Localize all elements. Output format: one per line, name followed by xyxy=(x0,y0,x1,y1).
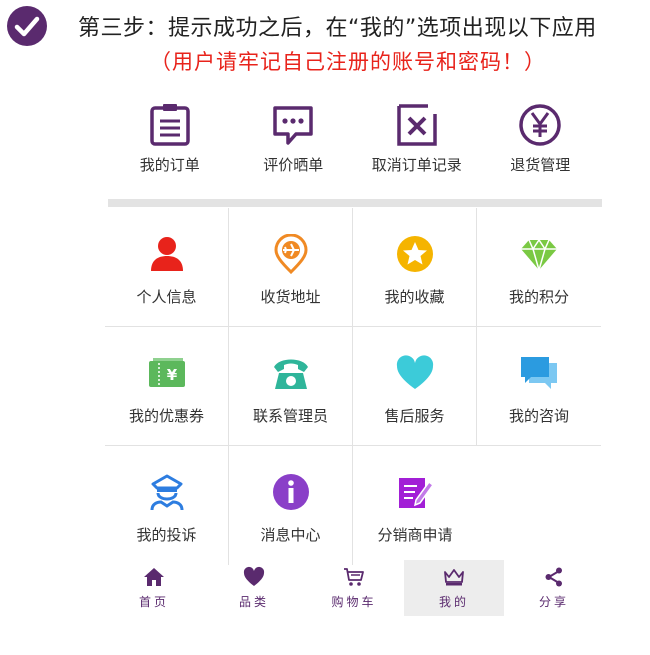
after-sales-label: 售后服务 xyxy=(384,407,445,425)
tab-my-label: 我的 xyxy=(438,595,469,609)
cart-icon xyxy=(344,568,364,586)
telephone-icon xyxy=(273,359,308,389)
instruction-header: 第三步：提示成功之后，在“我的”选项出现以下应用 （用户请牢记自己注册的账号和密… xyxy=(0,0,650,80)
cancelled-orders-label: 取消订单记录 xyxy=(371,156,462,174)
edit-form-icon xyxy=(399,478,435,508)
star-circle-icon xyxy=(396,236,433,272)
tab-cart[interactable]: 购物车 xyxy=(304,560,404,616)
my-favorites-item[interactable]: 我的收藏 xyxy=(353,208,477,327)
tab-home[interactable]: 首页 xyxy=(104,560,204,616)
distributor-application-item[interactable]: 分销商申请 xyxy=(353,446,477,565)
my-complaints-item[interactable]: 我的投诉 xyxy=(105,446,229,565)
message-center-item[interactable]: 消息中心 xyxy=(229,446,353,565)
bottom-tab-bar: 首页 品类 购物车 我的 分享 xyxy=(104,560,604,616)
my-orders-label: 我的订单 xyxy=(139,156,200,174)
user-icon xyxy=(150,237,183,271)
clipboard-list-icon xyxy=(150,104,190,146)
police-officer-icon xyxy=(150,474,183,511)
cancel-box-icon xyxy=(397,104,437,146)
my-coupons-item[interactable]: ¥ 我的优惠券 xyxy=(105,327,229,446)
message-center-label: 消息中心 xyxy=(260,526,321,544)
section-divider xyxy=(108,199,602,207)
tab-home-label: 首页 xyxy=(138,595,169,609)
order-menu: 我的订单 评价晒单 取消订单记录 退货管理 xyxy=(108,96,602,196)
personal-info-item[interactable]: 个人信息 xyxy=(105,208,229,327)
tab-cart-label: 购物车 xyxy=(331,595,377,609)
personal-info-label: 个人信息 xyxy=(136,288,197,306)
contact-admin-label: 联系管理员 xyxy=(252,407,328,425)
distributor-application-label: 分销商申请 xyxy=(377,526,453,544)
shipping-address-item[interactable]: 收货地址 xyxy=(229,208,353,327)
my-complaints-label: 我的投诉 xyxy=(136,526,197,544)
step-instruction: 第三步：提示成功之后，在“我的”选项出现以下应用 xyxy=(78,16,597,41)
coupon-icon: ¥ xyxy=(148,358,185,387)
contact-admin-item[interactable]: 联系管理员 xyxy=(229,327,353,446)
share-icon xyxy=(545,567,562,587)
my-orders-item[interactable]: 我的订单 xyxy=(108,96,232,196)
svg-text:¥: ¥ xyxy=(166,366,177,384)
after-sales-item[interactable]: 售后服务 xyxy=(353,327,477,446)
heart-icon xyxy=(396,355,433,389)
home-icon xyxy=(144,568,164,586)
tab-my[interactable]: 我的 xyxy=(404,560,504,616)
my-points-label: 我的积分 xyxy=(508,288,569,306)
service-grid: 个人信息 收货地址 我的收藏 我的积分 ¥ 我的优惠券 联系管理员 售后服务 我… xyxy=(105,208,602,565)
checkmark-icon xyxy=(7,6,47,46)
my-inquiries-item[interactable]: 我的咨询 xyxy=(477,327,601,446)
tab-share[interactable]: 分享 xyxy=(504,560,604,616)
chat-bubbles-icon xyxy=(521,357,557,389)
shipping-address-label: 收货地址 xyxy=(260,288,321,306)
cancelled-orders-item[interactable]: 取消订单记录 xyxy=(355,96,479,196)
diamond-icon xyxy=(521,238,557,271)
review-orders-item[interactable]: 评价晒单 xyxy=(232,96,356,196)
tab-categories-label: 品类 xyxy=(238,595,269,609)
review-orders-label: 评价晒单 xyxy=(263,156,324,174)
info-circle-icon xyxy=(272,474,309,510)
tab-share-label: 分享 xyxy=(538,595,569,609)
tab-categories[interactable]: 品类 xyxy=(204,560,304,616)
my-favorites-label: 我的收藏 xyxy=(384,288,445,306)
my-inquiries-label: 我的咨询 xyxy=(508,407,569,425)
location-pin-plane-icon xyxy=(273,234,308,274)
crown-icon xyxy=(444,569,464,586)
yen-circle-icon xyxy=(519,104,561,146)
heart-icon xyxy=(243,566,265,586)
chat-bubble-icon xyxy=(273,106,313,145)
returns-management-item[interactable]: 退货管理 xyxy=(479,96,603,196)
returns-management-label: 退货管理 xyxy=(510,156,571,174)
my-points-item[interactable]: 我的积分 xyxy=(477,208,601,327)
my-coupons-label: 我的优惠券 xyxy=(128,407,204,425)
account-reminder-note: （用户请牢记自己注册的账号和密码！） xyxy=(150,50,546,74)
